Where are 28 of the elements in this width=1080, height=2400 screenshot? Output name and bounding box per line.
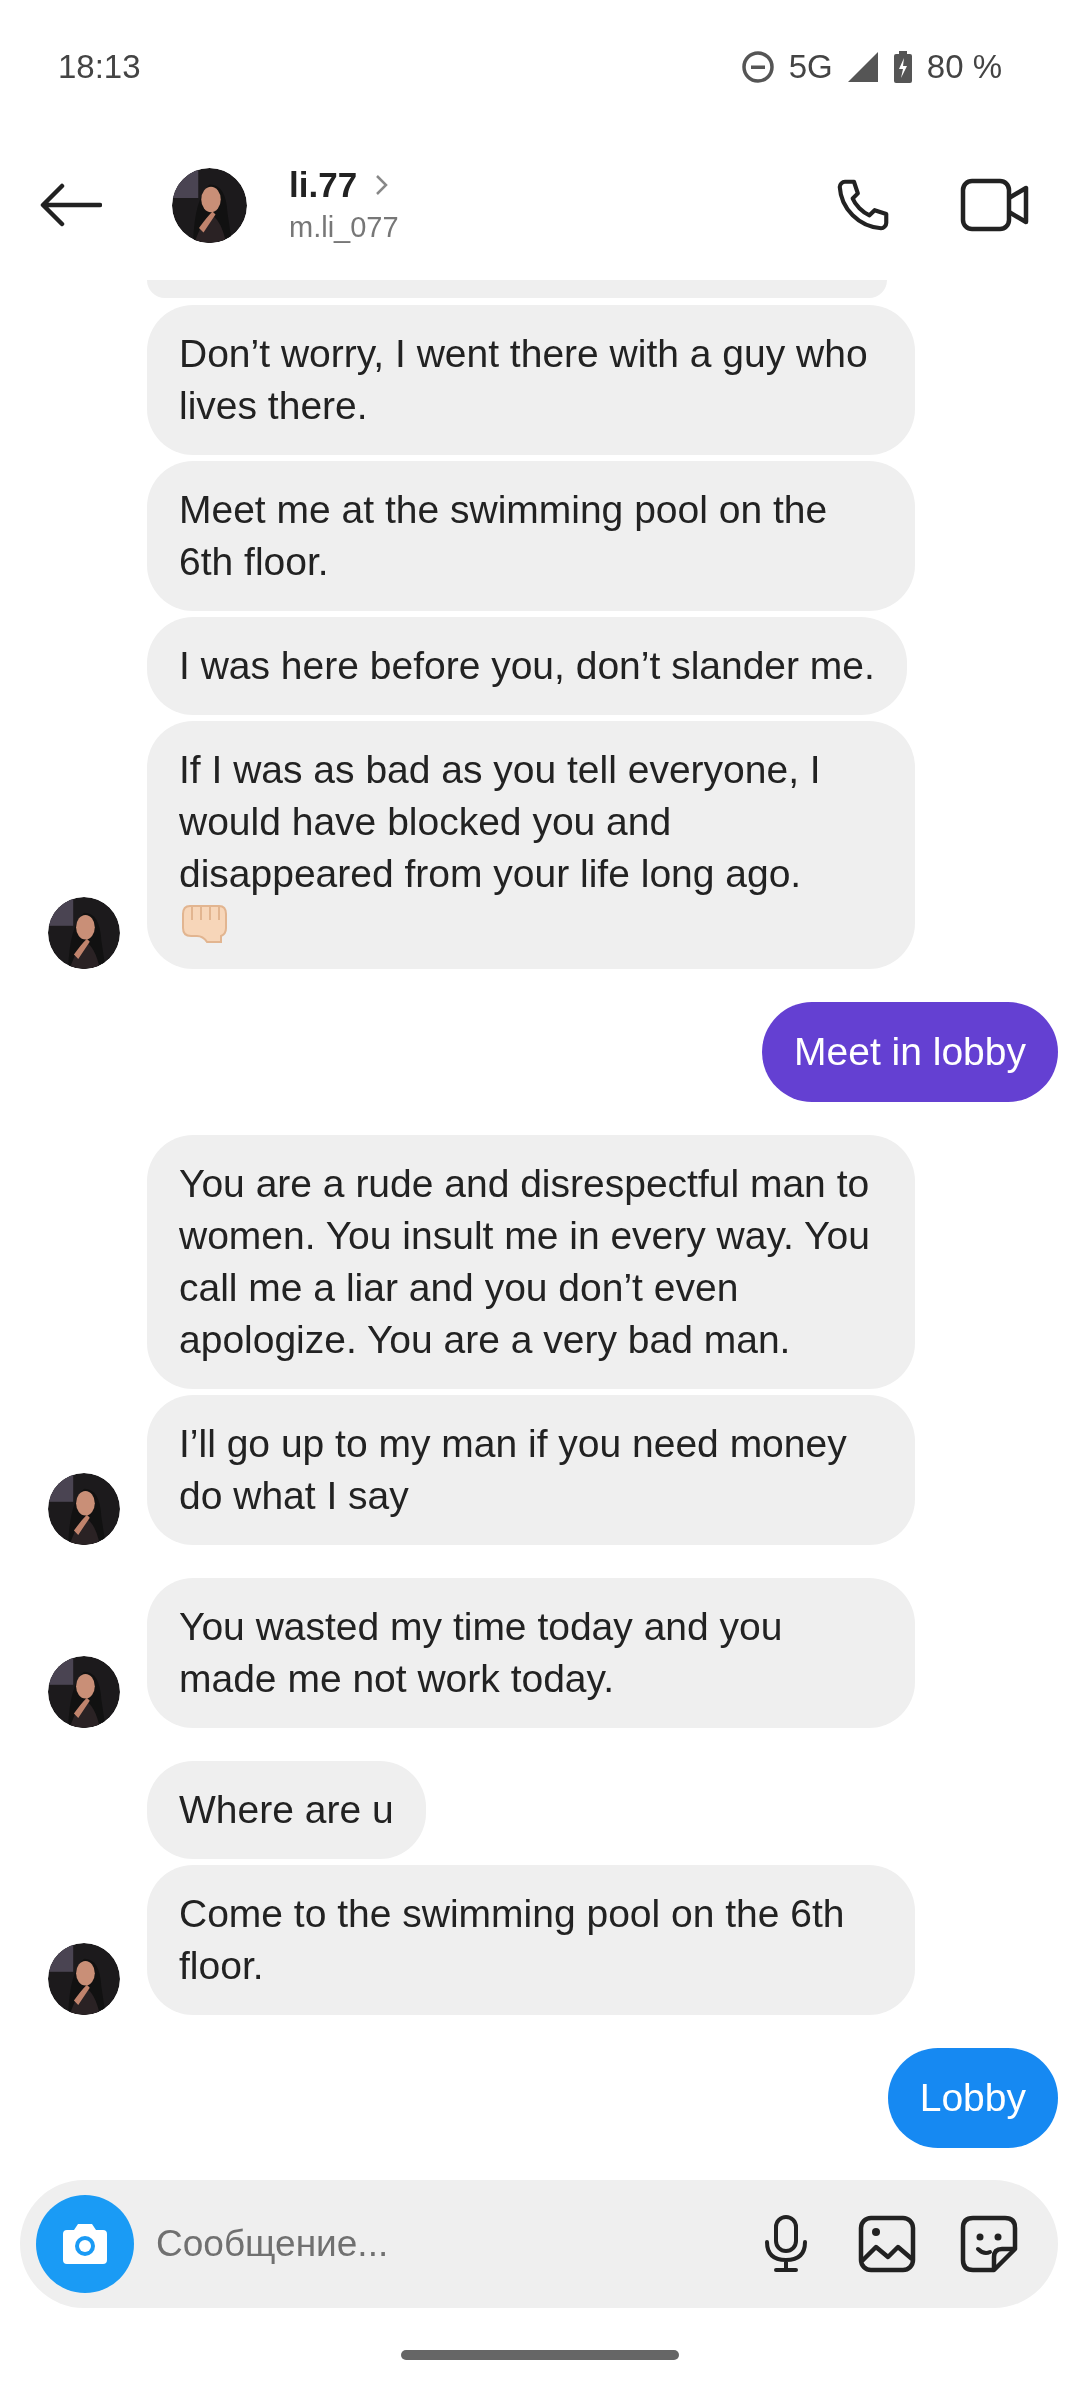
received-message: Don’t worry, I went there with a guy who lives there.: [147, 305, 915, 455]
microphone-icon[interactable]: [762, 2214, 810, 2274]
do-not-disturb-icon: [740, 50, 775, 84]
received-message: You are a rude and disrespectful man to women. You insult me in every way. You call me a liar and you don’t even apologize. You are a very bad man.: [147, 1135, 915, 1389]
received-message: I was here before you, don’t slander me.: [147, 617, 907, 715]
sent-message: Meet in lobby: [762, 1002, 1058, 1102]
received-message: I’ll go up to my man if you need money do what I say: [147, 1395, 915, 1545]
message-input[interactable]: Сообщение...: [156, 2216, 762, 2272]
battery-icon: [892, 51, 913, 83]
network-label: 5G: [788, 47, 833, 88]
signal-icon: [846, 51, 879, 83]
chevron-right-icon: [375, 174, 390, 196]
battery-label: 80 %: [926, 47, 1002, 88]
video-camera-icon[interactable]: [960, 178, 1030, 232]
camera-button[interactable]: [36, 2195, 134, 2293]
received-message: Come to the swimming pool on the 6th floor.: [147, 1865, 915, 2015]
received-message: Meet me at the swimming pool on the 6th floor.: [147, 461, 915, 611]
message-field[interactable]: Сообщение...: [20, 2180, 1058, 2308]
sticker-icon[interactable]: [960, 2215, 1018, 2273]
message-text: If I was as bad as you tell everyone, I would have blocked you and disappeared from your life long ago.: [179, 747, 822, 897]
back-arrow-icon[interactable]: [40, 183, 102, 227]
gallery-icon[interactable]: [858, 2215, 916, 2273]
status-time: 18:13: [58, 47, 141, 88]
contact-name[interactable]: li.77: [289, 163, 358, 207]
received-message: Where are u: [147, 1761, 426, 1859]
received-message: You wasted my time today and you made me not work today.: [147, 1578, 915, 1728]
contact-username: m.li_077: [289, 210, 399, 245]
sent-message: Lobby: [887, 2048, 1058, 2148]
